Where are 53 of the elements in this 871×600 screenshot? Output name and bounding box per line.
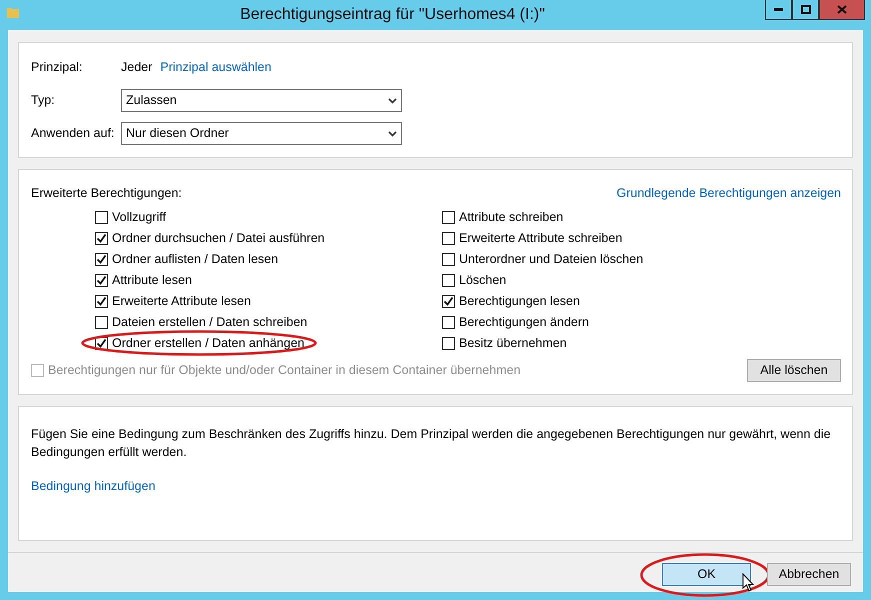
checkbox[interactable] [95,252,108,266]
checkbox[interactable] [95,274,108,287]
condition-text: Fügen Sie eine Bedingung zum Beschränken des Zugriffs hinzu. Dem Prinzipal werden die angegebenen Berechtigungen nur gewährt, wenn die Bedingungen erfüllt werden. [31,426,832,461]
field-label: Typ: [31,92,56,110]
add-condition-link[interactable]: Bedingung hinzufügen [31,476,156,496]
field-label: Anwenden auf: [31,125,116,142]
permission-label: Vollzugriff [112,208,166,226]
chevron-icon [388,130,397,136]
maximize-icon [800,5,810,14]
permission-label: Besitz übernehmen [459,334,567,352]
checkbox[interactable] [442,336,455,350]
close-icon [837,5,847,14]
folder-icon [6,5,20,19]
permission-label: Erweiterte Attribute lesen [112,292,251,310]
maximize-button[interactable] [792,0,819,20]
checkbox[interactable] [95,316,108,329]
checkbox[interactable] [442,294,455,308]
chevron-icon [388,98,397,104]
select-principal-link[interactable]: Prinzipal auswählen [160,58,272,76]
principal-label: Prinzipal: [31,58,84,76]
minimize-button[interactable] [765,0,792,20]
permission-label: Berechtigungen ändern [459,314,589,331]
permission-label: Berechtigungen lesen [459,292,580,310]
checkbox[interactable] [95,294,108,308]
dropdown[interactable]: Zulassen [121,89,402,112]
checkbox[interactable] [95,232,108,245]
principal-value: Jeder [121,58,152,76]
dialog-button[interactable]: Abbrechen [767,562,851,586]
inherit-label: Berechtigungen nur für Objekte und/oder Container in diesem Container übernehmen [48,362,521,379]
checkbox[interactable] [95,210,108,224]
permission-label: Ordner auflisten / Daten lesen [112,250,278,268]
checkbox[interactable] [442,252,455,266]
permission-label: Attribute schreiben [459,208,564,226]
close-button[interactable] [819,0,865,20]
minimize-icon [774,8,783,11]
permission-label: Löschen [459,272,506,289]
clear-all-button[interactable]: Alle löschen [747,358,841,382]
permission-label: Dateien erstellen / Daten schreiben [112,314,308,331]
checkbox[interactable] [442,232,455,245]
permission-label: Erweiterte Attribute schreiben [459,230,622,247]
basic-permissions-link[interactable]: Grundlegende Berechtigungen anzeigen [616,184,841,203]
permission-label: Ordner durchsuchen / Datei ausführen [112,230,325,247]
permission-label: Unterordner und Dateien löschen [459,250,644,268]
checkbox[interactable] [442,316,455,329]
cursor-icon [742,572,754,592]
section-heading: Erweiterte Berechtigungen: [31,185,182,202]
checkbox[interactable] [442,274,455,287]
permission-label: Ordner erstellen / Daten anhängen [112,334,304,352]
permission-label: Attribute lesen [112,272,192,289]
dropdown[interactable]: Nur diesen Ordner [121,122,402,145]
window-title: Berechtigungseintrag für "Userhomes4 (I:)" [239,5,546,25]
dialog-button[interactable]: OK [662,562,751,586]
checkbox[interactable] [442,210,455,224]
